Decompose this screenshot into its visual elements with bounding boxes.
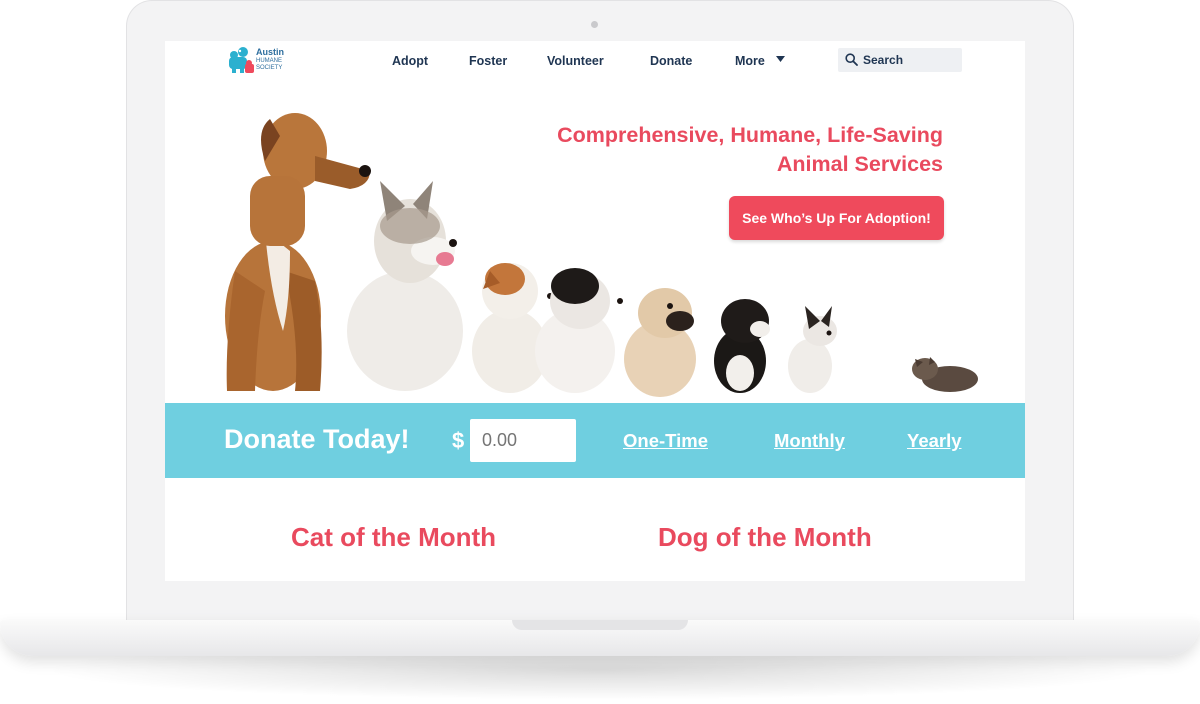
brown-dog [225,113,371,391]
hero-title: Comprehensive, Humane, Life-Saving Anima… [523,121,943,179]
nav-donate[interactable]: Donate [650,54,692,68]
adoption-cta-button[interactable]: See Who’s Up For Adoption! [729,196,944,240]
caret-down-icon[interactable] [776,56,785,63]
hero-title-line1: Comprehensive, Humane, Life-Saving [557,123,943,147]
search-box[interactable]: Search [838,48,962,72]
kitten [912,357,978,392]
currency-symbol: $ [452,428,465,453]
logo-subtitle: HUMANE SOCIETY [256,58,283,71]
logo-icon [229,47,254,73]
top-nav: Austin HUMANE SOCIETY Adopt Foster Volun… [165,41,1025,83]
laptop-notch [512,620,688,630]
logo-name: Austin [256,47,284,57]
shaggy-dog [535,268,623,393]
camera-dot [591,21,598,28]
search-icon [845,53,858,66]
search-placeholder: Search [863,53,904,67]
cat-of-month-title: Cat of the Month [291,522,497,552]
pug-dog [624,288,696,397]
donate-band: Donate Today! $ One-Time Monthly Yearly [165,403,1025,478]
terrier-dog [472,263,553,393]
nav-adopt[interactable]: Adopt [392,54,428,68]
frequency-one-time[interactable]: One-Time [623,430,708,452]
dog-of-month-title: Dog of the Month [658,522,872,552]
frequency-yearly[interactable]: Yearly [907,430,962,452]
donation-amount-input[interactable] [470,419,576,462]
collie-puppy [714,299,770,393]
browser-screen: Austin HUMANE SOCIETY Adopt Foster Volun… [165,41,1025,581]
nav-volunteer[interactable]: Volunteer [547,54,604,68]
nav-foster[interactable]: Foster [469,54,507,68]
nav-more[interactable]: More [735,54,765,68]
logo[interactable]: Austin HUMANE SOCIETY [227,45,307,77]
frequency-monthly[interactable]: Monthly [774,430,845,452]
hero-title-line2: Animal Services [776,152,943,176]
chihuahua-dog [788,306,837,393]
donate-title: Donate Today! [224,424,410,454]
husky-puppy [347,181,463,391]
